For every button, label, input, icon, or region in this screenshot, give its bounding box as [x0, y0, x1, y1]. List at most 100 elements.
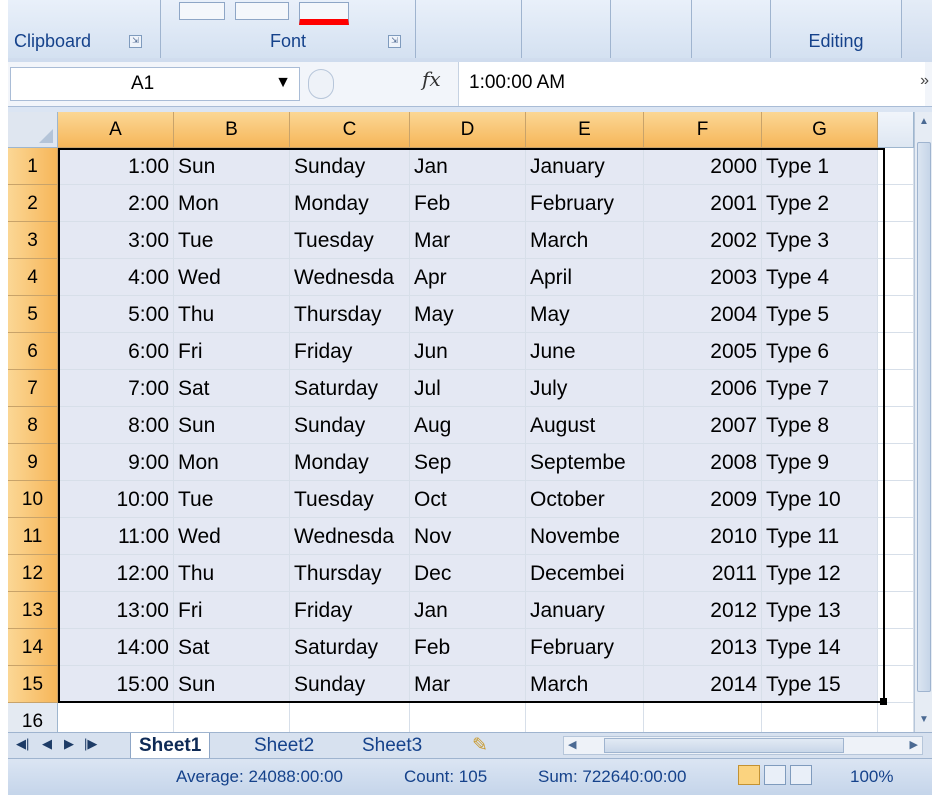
zoom-level[interactable]: 100%: [850, 767, 893, 787]
cell-b12[interactable]: Thu: [174, 555, 290, 592]
cell-e15[interactable]: March: [526, 666, 644, 703]
cell-b13[interactable]: Fri: [174, 592, 290, 629]
cell-a9[interactable]: 9:00: [58, 444, 174, 481]
cell-h13[interactable]: [878, 592, 914, 629]
cell-a4[interactable]: 4:00: [58, 259, 174, 296]
cell-e6[interactable]: June: [526, 333, 644, 370]
cell-d6[interactable]: Jun: [410, 333, 526, 370]
cell-b4[interactable]: Wed: [174, 259, 290, 296]
cell-h11[interactable]: [878, 518, 914, 555]
row-header-13[interactable]: 13: [8, 592, 58, 629]
page-layout-view-icon[interactable]: [764, 765, 786, 785]
cell-d10[interactable]: Oct: [410, 481, 526, 518]
cell-b7[interactable]: Sat: [174, 370, 290, 407]
cell-d5[interactable]: May: [410, 296, 526, 333]
cell-f10[interactable]: 2009: [644, 481, 762, 518]
cell-d12[interactable]: Dec: [410, 555, 526, 592]
name-box[interactable]: A1 ▼: [10, 67, 300, 101]
last-sheet-icon[interactable]: |▶: [84, 736, 97, 752]
cell-c12[interactable]: Thursday: [290, 555, 410, 592]
worksheet-grid[interactable]: A B C D E F G 1 1:00 Sun Sunday Jan January 2000 Type …: [8, 112, 914, 740]
cell-h14[interactable]: [878, 629, 914, 666]
cell-e2[interactable]: February: [526, 185, 644, 222]
column-header-e[interactable]: E: [526, 112, 644, 148]
column-header-b[interactable]: B: [174, 112, 290, 148]
cell-g3[interactable]: Type 3: [762, 222, 878, 259]
select-all-corner[interactable]: [8, 112, 58, 148]
cell-c13[interactable]: Friday: [290, 592, 410, 629]
formula-input[interactable]: 1:00:00 AM »: [458, 62, 929, 106]
cell-h1[interactable]: [878, 148, 914, 185]
cell-e1[interactable]: January: [526, 148, 644, 185]
column-header-c[interactable]: C: [290, 112, 410, 148]
cell-e5[interactable]: May: [526, 296, 644, 333]
cell-f1[interactable]: 2000: [644, 148, 762, 185]
cell-f13[interactable]: 2012: [644, 592, 762, 629]
row-header-1[interactable]: 1: [8, 148, 58, 185]
vertical-scroll-thumb[interactable]: [917, 142, 931, 692]
cell-f3[interactable]: 2002: [644, 222, 762, 259]
scroll-up-icon[interactable]: ▲: [916, 114, 932, 130]
cell-g8[interactable]: Type 8: [762, 407, 878, 444]
cell-b14[interactable]: Sat: [174, 629, 290, 666]
cell-c6[interactable]: Friday: [290, 333, 410, 370]
cell-g5[interactable]: Type 5: [762, 296, 878, 333]
cell-e14[interactable]: February: [526, 629, 644, 666]
cell-h3[interactable]: [878, 222, 914, 259]
cell-h8[interactable]: [878, 407, 914, 444]
column-header-h[interactable]: [878, 112, 914, 148]
cell-e11[interactable]: Novembe: [526, 518, 644, 555]
cell-g1[interactable]: Type 1: [762, 148, 878, 185]
cell-c11[interactable]: Wednesda: [290, 518, 410, 555]
cell-h2[interactable]: [878, 185, 914, 222]
cell-d9[interactable]: Sep: [410, 444, 526, 481]
row-header-2[interactable]: 2: [8, 185, 58, 222]
cell-c1[interactable]: Sunday: [290, 148, 410, 185]
font-color-mini-button[interactable]: [299, 2, 349, 25]
cell-g15[interactable]: Type 15: [762, 666, 878, 703]
cell-e8[interactable]: August: [526, 407, 644, 444]
page-break-view-icon[interactable]: [790, 765, 812, 785]
cell-e9[interactable]: Septembe: [526, 444, 644, 481]
cell-g2[interactable]: Type 2: [762, 185, 878, 222]
fill-handle[interactable]: [880, 698, 887, 705]
formula-resize-handle-icon[interactable]: [308, 69, 334, 99]
cell-a6[interactable]: 6:00: [58, 333, 174, 370]
cell-g13[interactable]: Type 13: [762, 592, 878, 629]
cell-b2[interactable]: Mon: [174, 185, 290, 222]
cell-a10[interactable]: 10:00: [58, 481, 174, 518]
row-header-11[interactable]: 11: [8, 518, 58, 555]
cell-g14[interactable]: Type 14: [762, 629, 878, 666]
cell-c3[interactable]: Tuesday: [290, 222, 410, 259]
cell-d15[interactable]: Mar: [410, 666, 526, 703]
tab-sheet1[interactable]: Sheet1: [130, 733, 211, 759]
scroll-left-icon[interactable]: ◀: [568, 737, 576, 754]
cell-f9[interactable]: 2008: [644, 444, 762, 481]
name-box-dropdown-icon[interactable]: ▼: [275, 74, 291, 92]
cell-h6[interactable]: [878, 333, 914, 370]
vertical-scrollbar[interactable]: ▲ ▼: [914, 112, 932, 732]
font-border-mini-button[interactable]: [235, 2, 289, 20]
cell-b15[interactable]: Sun: [174, 666, 290, 703]
horizontal-scroll-thumb[interactable]: [604, 738, 844, 753]
cell-h12[interactable]: [878, 555, 914, 592]
cell-e3[interactable]: March: [526, 222, 644, 259]
cell-d4[interactable]: Apr: [410, 259, 526, 296]
cell-c14[interactable]: Saturday: [290, 629, 410, 666]
cell-h10[interactable]: [878, 481, 914, 518]
cell-h9[interactable]: [878, 444, 914, 481]
font-bold-mini-button[interactable]: [179, 2, 225, 20]
cell-c8[interactable]: Sunday: [290, 407, 410, 444]
normal-view-icon[interactable]: [738, 765, 760, 785]
cell-c9[interactable]: Monday: [290, 444, 410, 481]
cell-b6[interactable]: Fri: [174, 333, 290, 370]
row-header-6[interactable]: 6: [8, 333, 58, 370]
cell-a7[interactable]: 7:00: [58, 370, 174, 407]
cell-g4[interactable]: Type 4: [762, 259, 878, 296]
row-header-10[interactable]: 10: [8, 481, 58, 518]
cell-a8[interactable]: 8:00: [58, 407, 174, 444]
cell-f4[interactable]: 2003: [644, 259, 762, 296]
cell-b8[interactable]: Sun: [174, 407, 290, 444]
row-header-4[interactable]: 4: [8, 259, 58, 296]
cell-e12[interactable]: Decembei: [526, 555, 644, 592]
